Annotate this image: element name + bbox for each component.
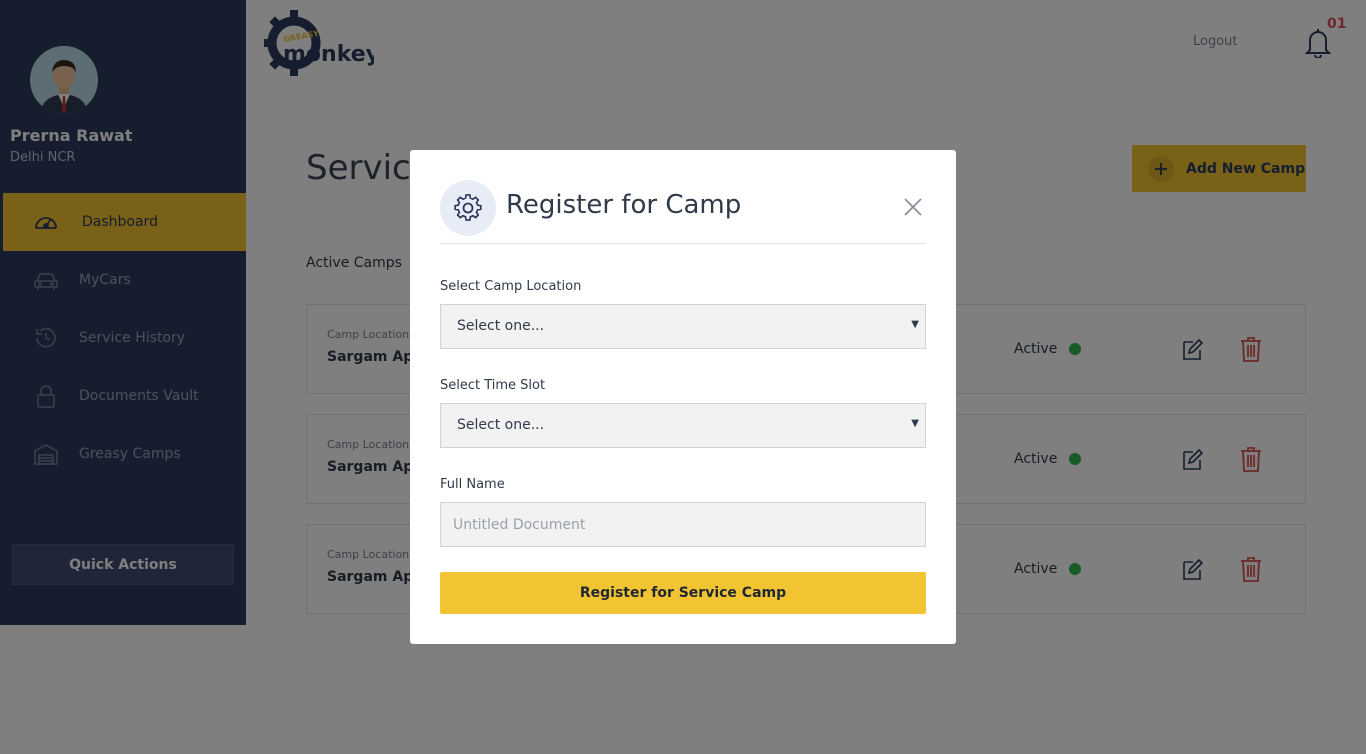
- register-camp-modal: Register for Camp Select Camp Location S…: [410, 150, 956, 644]
- register-service-camp-button[interactable]: Register for Service Camp: [440, 572, 926, 614]
- close-icon[interactable]: [902, 196, 924, 218]
- full-name-input[interactable]: [440, 502, 926, 547]
- modal-title: Register for Camp: [506, 190, 742, 220]
- time-slot-select-value: Select one...: [457, 417, 545, 433]
- modal-icon: [440, 180, 496, 236]
- time-slot-field-label: Select Time Slot: [440, 378, 546, 393]
- modal-divider: [440, 243, 926, 244]
- full-name-field-label: Full Name: [440, 477, 505, 492]
- camp-location-field-label: Select Camp Location: [440, 279, 582, 294]
- caret-down-icon: ▼: [911, 319, 919, 330]
- camp-location-select[interactable]: Select one... ▼: [440, 304, 926, 349]
- time-slot-select[interactable]: Select one... ▼: [440, 403, 926, 448]
- gear-icon: [454, 194, 482, 221]
- camp-location-select-value: Select one...: [457, 318, 545, 334]
- caret-down-icon: ▼: [911, 418, 919, 429]
